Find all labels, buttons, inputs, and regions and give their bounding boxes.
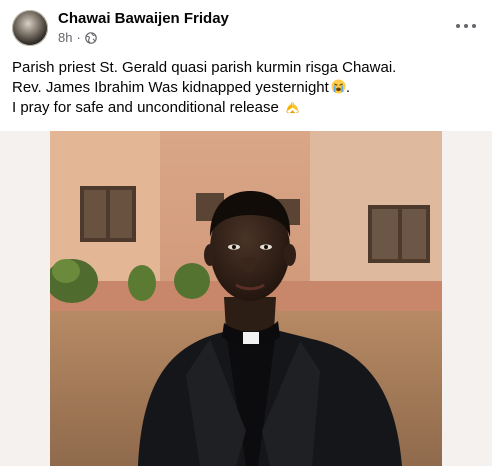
author-avatar[interactable]	[12, 10, 48, 46]
globe-icon[interactable]	[85, 31, 97, 44]
photo-image	[50, 131, 442, 466]
more-options-icon[interactable]	[450, 12, 482, 40]
caption-line-1: Parish priest St. Gerald quasi parish ku…	[12, 59, 397, 76]
author-name[interactable]: Chawai Bawaijen Friday	[58, 10, 229, 27]
folded-hands-emoji-icon	[285, 101, 300, 114]
meta-separator: ·	[76, 30, 81, 45]
caption-line-2-text: Rev. James Ibrahim Was kidnapped yestern…	[12, 79, 329, 96]
caption-line-2-end: .	[345, 79, 350, 96]
post-header: Chawai Bawaijen Friday 8h ·	[0, 0, 492, 52]
caption-line-3-text: I pray for safe and unconditional releas…	[12, 99, 279, 116]
post-meta: 8h ·	[58, 30, 97, 45]
avatar-ring	[12, 10, 48, 46]
facebook-post: Chawai Bawaijen Friday 8h · Parish pries…	[0, 0, 492, 466]
crying-face-emoji-icon	[331, 79, 346, 94]
post-photo-container[interactable]	[0, 131, 492, 466]
post-caption: Parish priest St. Gerald quasi parish ku…	[12, 58, 482, 118]
caption-line-2: Rev. James Ibrahim Was kidnapped yestern…	[12, 78, 482, 98]
caption-line-3: I pray for safe and unconditional releas…	[12, 98, 482, 118]
priest-portrait-photo[interactable]	[50, 131, 442, 466]
post-time[interactable]: 8h	[58, 30, 72, 45]
